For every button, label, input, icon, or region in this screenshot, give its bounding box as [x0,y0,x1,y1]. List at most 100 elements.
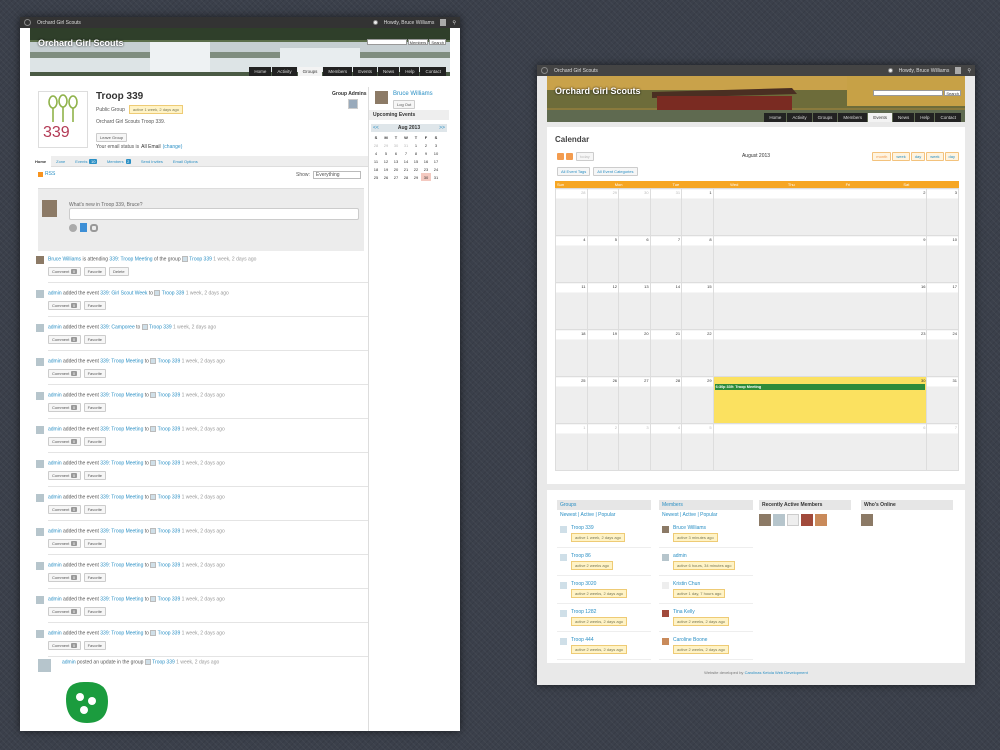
mini-calendar-day[interactable]: 12 [381,157,391,165]
nav-item[interactable]: Activity [272,67,297,76]
search-type-select[interactable]: Members [407,39,429,45]
mini-calendar-day[interactable]: 11 [371,157,381,165]
calendar-day-cell[interactable]: 15 [681,282,714,330]
nav-item[interactable]: News [892,113,915,122]
calendar-day-cell[interactable]: 3 [618,423,651,471]
calendar-day-cell[interactable]: 13 [618,282,651,330]
favorite-button[interactable]: Favorite [83,437,107,446]
user-avatar[interactable] [440,19,447,26]
activity-actor[interactable]: admin [48,426,62,432]
favorite-button[interactable]: Favorite [83,369,107,378]
favorite-button[interactable]: Favorite [83,573,107,582]
notification-icon[interactable] [887,68,893,73]
activity-event-link[interactable]: 339: Camporee [100,324,134,330]
activity-group-link[interactable]: Troop 339 [162,290,185,296]
member-name-link[interactable]: Kristin Chun [673,581,700,587]
mini-calendar-day[interactable]: 26 [381,173,391,181]
activity-group-link[interactable]: Troop 339 [158,426,181,432]
group-avatar[interactable] [560,554,567,561]
member-avatar[interactable] [662,638,669,645]
activity-event-link[interactable]: 339: Troop Meeting [100,528,143,534]
site-title[interactable]: Orchard Girl Scouts [38,38,124,48]
group-name-link[interactable]: Troop 86 [571,553,591,559]
calendar-day-cell[interactable]: 17 [926,282,959,330]
member-avatar[interactable] [787,514,799,526]
activity-group-link[interactable]: Troop 339 [158,392,181,398]
favorite-button[interactable]: Favorite [83,301,107,310]
document-icon[interactable] [80,223,87,232]
search-button[interactable]: Search [944,90,961,96]
member-avatar[interactable] [759,514,771,526]
comment-button[interactable]: Comment 0 [48,437,81,446]
nav-item[interactable]: Contact [935,113,961,122]
group-tab[interactable]: Home [30,155,52,167]
member-avatar[interactable] [662,554,669,561]
footer-developer-link[interactable]: Carolinas Ketola Web Development [745,670,808,675]
nav-item[interactable]: Activity [787,113,812,122]
activity-event-link[interactable]: 339: Troop Meeting [109,256,152,262]
calendar-day-cell[interactable]: 30 6:30p 339: Troop Meeting [712,376,928,424]
favorite-button[interactable]: Favorite [83,335,107,344]
nav-item[interactable]: Help [915,113,935,122]
calendar-day-cell[interactable]: 4 [649,423,683,471]
nav-item[interactable]: Home [249,67,272,76]
show-filter-select[interactable]: Everything [312,171,361,179]
calendar-day-cell[interactable]: 31 [649,188,683,236]
nav-item[interactable]: Members [838,113,868,122]
calendar-day-cell[interactable]: 16 [712,282,928,330]
leave-group-button[interactable]: Leave Group [96,133,128,142]
members-widget-title[interactable]: Members [659,500,753,510]
mini-calendar-day[interactable]: 16 [421,157,431,165]
mini-calendar-day[interactable]: 20 [391,165,401,173]
view-button[interactable]: month [872,152,892,161]
admin-bar-greeting[interactable]: Howdy, Bruce Williams [384,20,435,26]
event-tags-filter[interactable]: All Event Tags [557,167,591,176]
online-member-avatar[interactable] [861,514,873,526]
activity-actor[interactable]: Bruce Williams [48,256,81,262]
activity-group-link[interactable]: Troop 339 [158,358,181,364]
comment-button[interactable]: Comment 0 [48,369,81,378]
mini-calendar-day[interactable]: 14 [401,157,411,165]
group-avatar[interactable] [560,526,567,533]
activity-group-link[interactable]: Troop 339 [158,494,181,500]
calendar-day-cell[interactable]: 30 [618,188,651,236]
mini-calendar-day[interactable]: 17 [431,157,441,165]
member-name-link[interactable]: admin [673,553,687,559]
comment-button[interactable]: Comment 0 [48,301,81,310]
search-button[interactable]: Search [429,39,446,45]
member-avatar[interactable] [662,610,669,617]
calendar-day-cell[interactable]: 1 [555,423,588,471]
calendar-day-cell[interactable]: 4 [555,235,588,283]
mini-calendar-day[interactable]: 6 [391,149,401,157]
nav-item[interactable]: Members [323,67,353,76]
wordpress-icon[interactable] [24,19,31,26]
mini-calendar-day[interactable]: 30 [421,173,431,181]
activity-event-link[interactable]: 339: Troop Meeting [100,494,143,500]
mini-calendar-day[interactable]: 13 [391,157,401,165]
activity-event-link[interactable]: 339: Troop Meeting [100,596,143,602]
group-tab[interactable]: Events 10 [70,156,102,167]
search-icon[interactable]: ⚲ [967,68,971,74]
mini-calendar-day[interactable]: 28 [401,173,411,181]
calendar-day-cell[interactable]: 28 [555,188,588,236]
prev-month-link[interactable]: << [373,125,379,131]
member-name-link[interactable]: Caroline Boone [673,637,707,643]
activity-group-link[interactable]: Troop 339 [158,562,181,568]
sidebar-user-avatar[interactable] [375,91,388,104]
mini-calendar-day[interactable]: 29 [411,173,421,181]
calendar-day-cell[interactable]: 7 [649,235,683,283]
activity-actor[interactable]: admin [48,494,62,500]
favorite-button[interactable]: Favorite [83,471,107,480]
nav-item[interactable]: Events [353,67,377,76]
activity-group-link[interactable]: Troop 339 [149,324,172,330]
activity-group-link[interactable]: Troop 339 [158,528,181,534]
favorite-button[interactable]: Favorite [83,403,107,412]
calendar-day-cell[interactable]: 11 [555,282,588,330]
member-avatar[interactable] [662,582,669,589]
view-button[interactable]: week [926,152,944,161]
admin-avatar[interactable] [348,99,358,109]
group-name-link[interactable]: Troop 1282 [571,609,596,615]
calendar-day-cell[interactable]: 6 [618,235,651,283]
mini-calendar-day[interactable]: 5 [381,149,391,157]
member-avatar[interactable] [801,514,813,526]
